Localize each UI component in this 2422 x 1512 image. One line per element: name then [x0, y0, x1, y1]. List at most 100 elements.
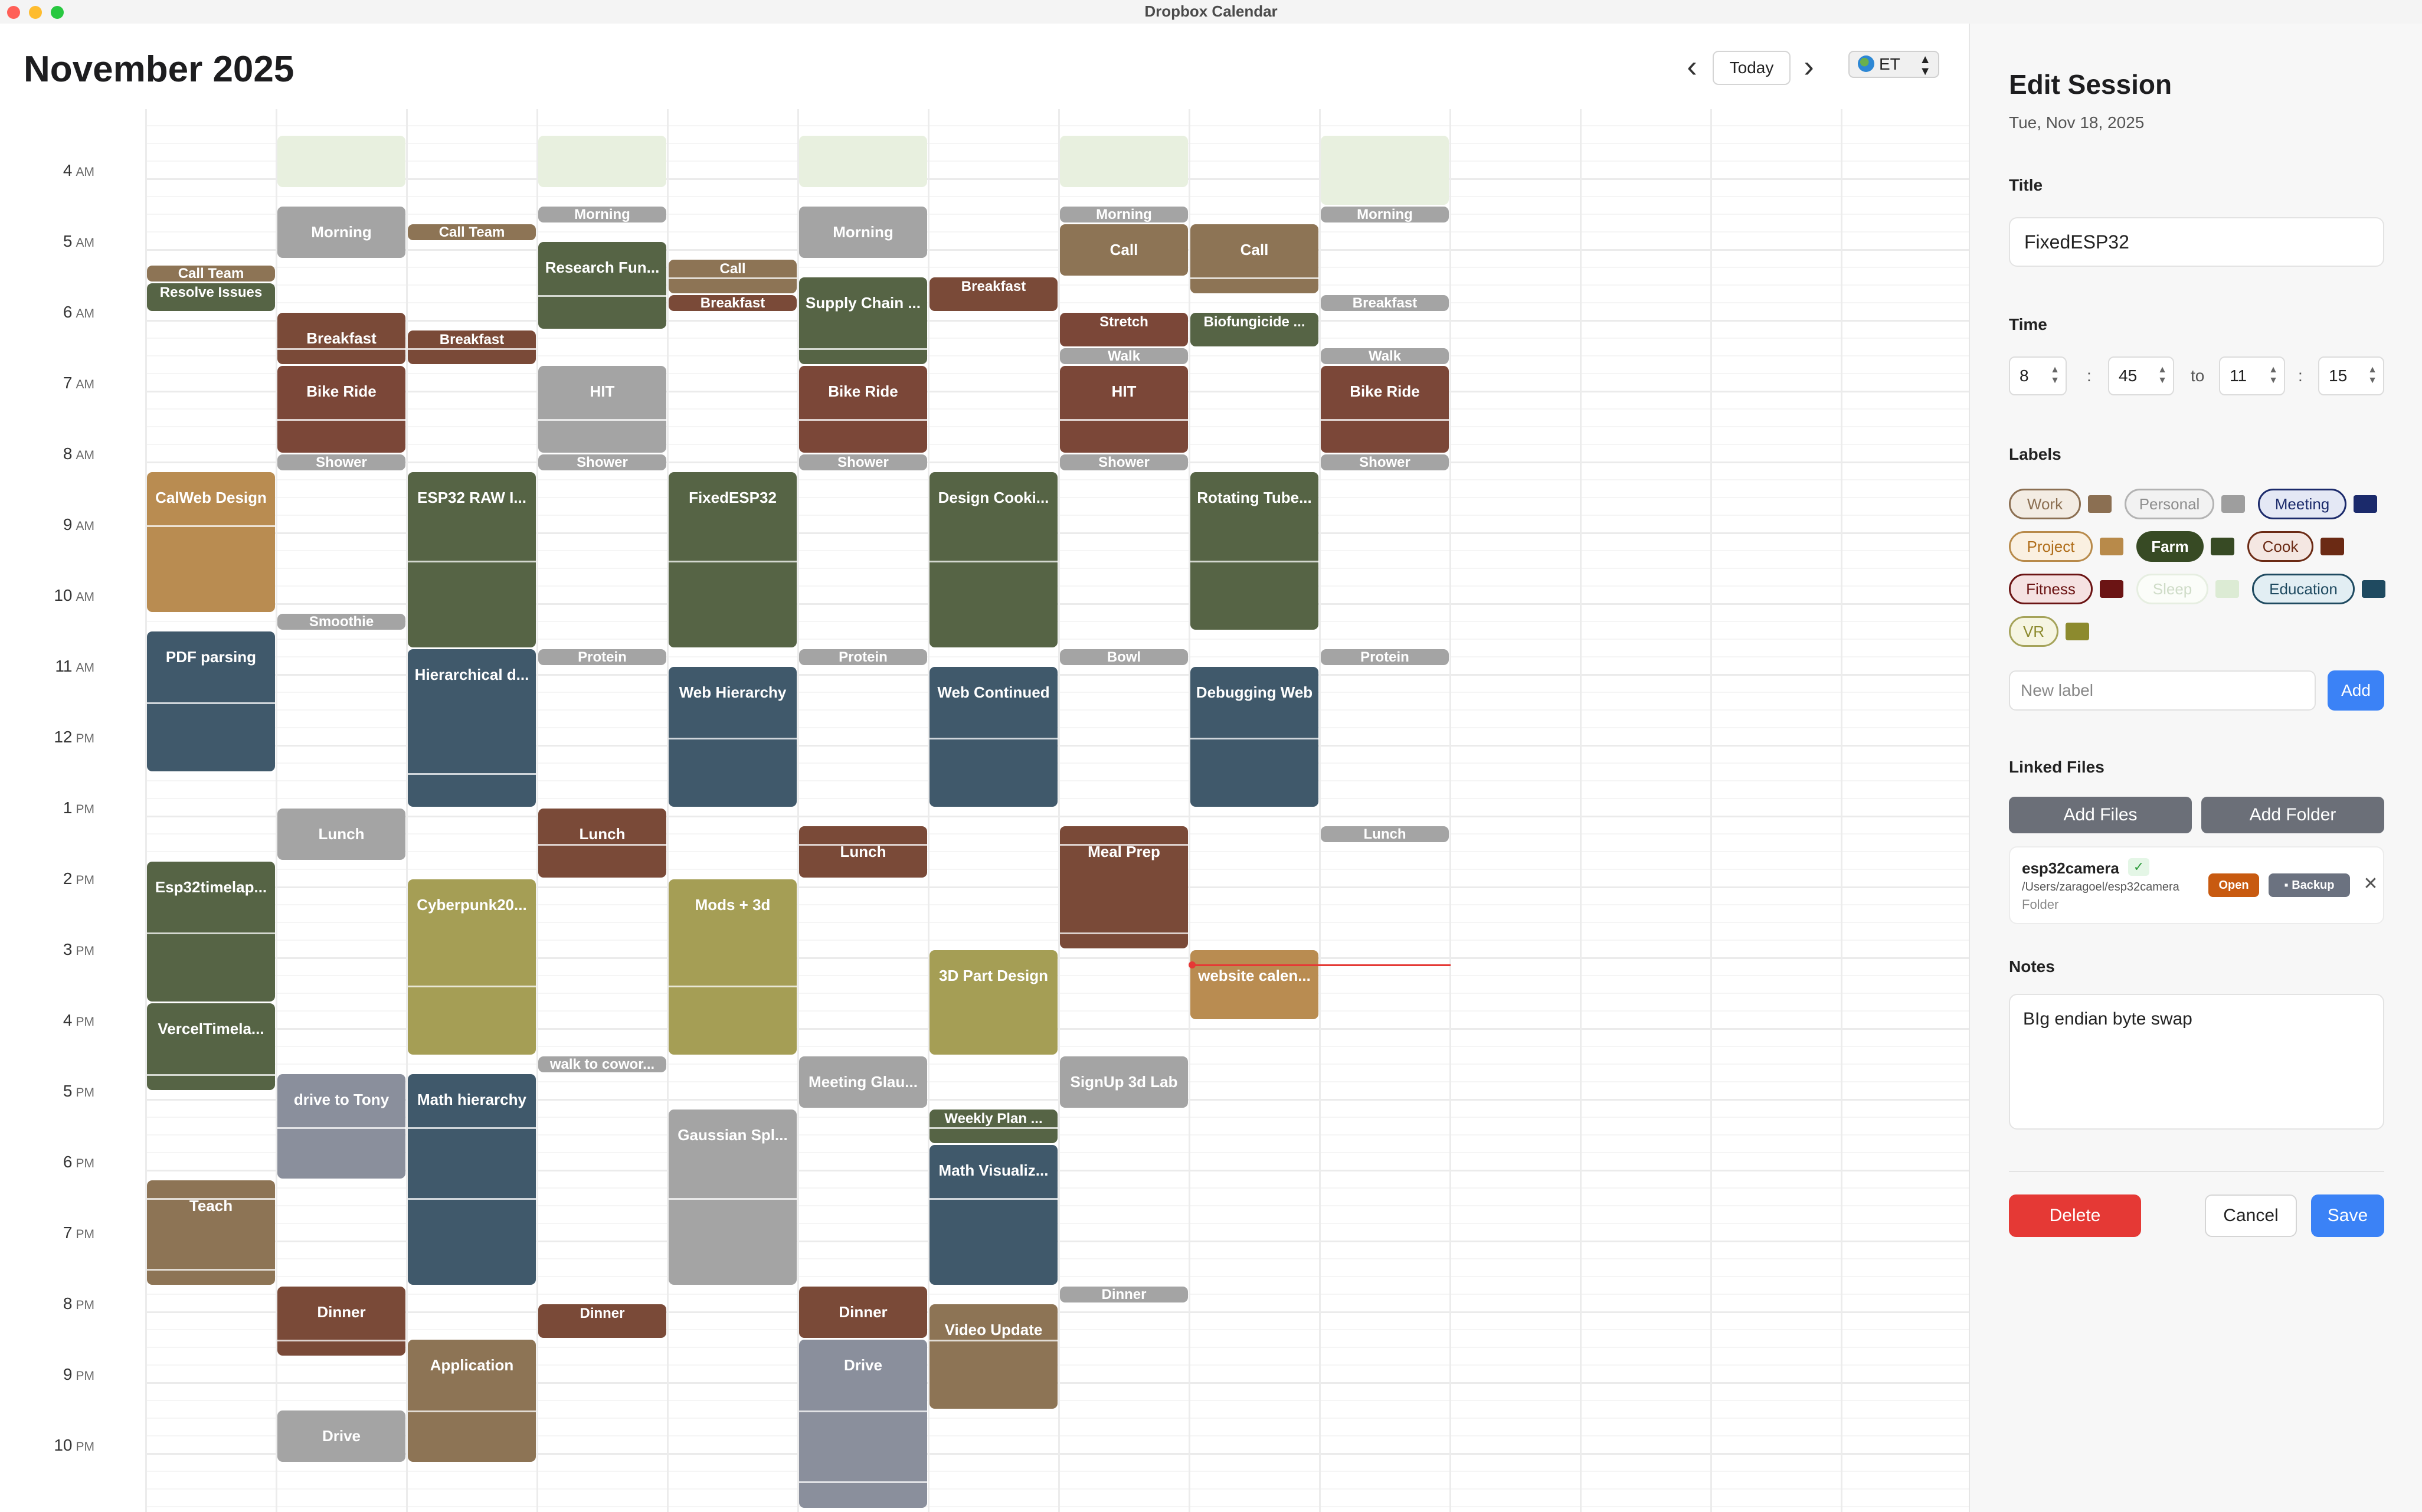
label-chip[interactable]: Project — [2009, 531, 2093, 562]
calendar-event[interactable]: Math hierarchy — [408, 1074, 536, 1285]
calendar-event[interactable]: Call — [669, 260, 797, 293]
timezone-select[interactable]: ET ▲ ▼ — [1848, 51, 1939, 78]
calendar-event[interactable]: Esp32timelap... — [147, 862, 275, 1002]
calendar-event[interactable]: Walk — [1060, 348, 1188, 364]
add-folder-button[interactable]: Add Folder — [2201, 797, 2384, 833]
calendar-event[interactable]: Debugging Web — [1190, 667, 1318, 807]
label-color-swatch[interactable] — [2215, 580, 2239, 598]
label-chip[interactable]: Personal — [2125, 489, 2214, 519]
calendar-event[interactable]: Shower — [1321, 454, 1449, 470]
label-color-swatch[interactable] — [2354, 495, 2377, 513]
next-week-button[interactable]: › — [1794, 51, 1824, 83]
calendar-event[interactable]: Drive — [277, 1410, 405, 1462]
calendar-event[interactable]: Morning — [1321, 207, 1449, 222]
backup-file-button[interactable]: ▪ Backup — [2269, 873, 2350, 897]
calendar-event[interactable]: Morning — [1060, 207, 1188, 222]
calendar-event[interactable]: Walk — [1321, 348, 1449, 364]
label-chip[interactable]: Farm — [2136, 531, 2204, 562]
label-color-swatch[interactable] — [2100, 538, 2123, 555]
calendar-event[interactable]: Supply Chain ... — [799, 277, 927, 364]
calendar-event[interactable]: Meeting Glau... — [799, 1056, 927, 1108]
calendar-event[interactable]: Gaussian Spl... — [669, 1110, 797, 1285]
label-chip[interactable]: Work — [2009, 489, 2081, 519]
calendar-event[interactable]: Shower — [1060, 454, 1188, 470]
calendar-event[interactable]: Dinner — [538, 1304, 666, 1338]
calendar-event[interactable]: Shower — [538, 454, 666, 470]
label-color-swatch[interactable] — [2211, 538, 2234, 555]
calendar-event[interactable]: HIT — [538, 366, 666, 453]
calendar-event[interactable]: Web Continued — [929, 667, 1058, 807]
calendar-event[interactable]: Shower — [799, 454, 927, 470]
remove-file-icon[interactable]: ✕ — [2361, 871, 2381, 897]
end-hour-stepper[interactable]: 11 ▲ ▼ — [2219, 356, 2285, 395]
calendar-event[interactable]: Breakfast — [669, 295, 797, 311]
end-minute-stepper[interactable]: 15 ▲ ▼ — [2318, 356, 2384, 395]
calendar-event[interactable] — [1060, 136, 1188, 187]
delete-button[interactable]: Delete — [2009, 1194, 2141, 1237]
week-grid[interactable]: 4 AM 5 AM 6 AM 7 AM 8 AM 9 AM 10 AM 11 AM 12 PM 1 PM 2 PM 3 PM 4… — [0, 109, 1969, 1512]
calendar-event[interactable]: drive to Tony — [277, 1074, 405, 1179]
label-chip[interactable]: Sleep — [2136, 574, 2208, 604]
calendar-event[interactable]: Breakfast — [1321, 295, 1449, 311]
start-minute-stepper[interactable]: 45 ▲ ▼ — [2108, 356, 2174, 395]
calendar-event[interactable]: Biofungicide ... — [1190, 313, 1318, 346]
calendar-event[interactable]: VercelTimela... — [147, 1003, 275, 1090]
label-color-swatch[interactable] — [2221, 495, 2245, 513]
calendar-event[interactable]: Lunch — [277, 809, 405, 860]
calendar-event[interactable]: Design Cooki... — [929, 472, 1058, 647]
calendar-event[interactable]: FixedESP32 — [669, 472, 797, 647]
calendar-event[interactable]: Bike Ride — [799, 366, 927, 453]
label-chip[interactable]: Meeting — [2258, 489, 2346, 519]
calendar-event[interactable]: Dinner — [799, 1287, 927, 1338]
calendar-event[interactable]: Call Team — [147, 265, 275, 282]
calendar-event[interactable]: Lunch — [538, 809, 666, 878]
calendar-event[interactable]: HIT — [1060, 366, 1188, 453]
label-chip[interactable]: Fitness — [2009, 574, 2093, 604]
calendar-event[interactable]: Lunch — [799, 826, 927, 878]
calendar-event[interactable]: Meal Prep — [1060, 826, 1188, 948]
calendar-event[interactable]: Breakfast — [408, 330, 536, 364]
label-chip[interactable]: VR — [2009, 616, 2058, 647]
today-button[interactable]: Today — [1713, 51, 1791, 85]
calendar-event[interactable]: Drive — [799, 1340, 927, 1508]
calendar-event[interactable]: website calen... — [1190, 950, 1318, 1019]
calendar-event[interactable]: Call — [1190, 224, 1318, 293]
calendar-event[interactable]: Morning — [277, 207, 405, 258]
calendar-event[interactable]: Protein — [1321, 649, 1449, 665]
calendar-event[interactable]: Protein — [799, 649, 927, 665]
calendar-event[interactable] — [799, 136, 927, 187]
calendar-event[interactable]: Rotating Tube... — [1190, 472, 1318, 630]
calendar-event[interactable]: Dinner — [277, 1287, 405, 1356]
calendar-event[interactable]: Call — [1060, 224, 1188, 276]
calendar-event[interactable]: Teach — [147, 1180, 275, 1285]
calendar-event[interactable]: Video Update — [929, 1304, 1058, 1409]
calendar-event[interactable]: walk to cowor... — [538, 1056, 666, 1072]
label-chip[interactable]: Cook — [2247, 531, 2313, 562]
calendar-event[interactable]: Web Hierarchy — [669, 667, 797, 807]
calendar-event[interactable]: Bike Ride — [277, 366, 405, 453]
calendar-event[interactable]: ESP32 RAW I... — [408, 472, 536, 647]
start-hour-stepper[interactable]: 8 ▲ ▼ — [2009, 356, 2067, 395]
calendar-event[interactable]: Smoothie — [277, 614, 405, 630]
calendar-event[interactable]: Research Fun... — [538, 242, 666, 329]
label-color-swatch[interactable] — [2362, 580, 2385, 598]
calendar-event[interactable]: Resolve Issues — [147, 283, 275, 311]
calendar-event[interactable]: Math Visualiz... — [929, 1145, 1058, 1285]
save-button[interactable]: Save — [2311, 1194, 2384, 1237]
calendar-event[interactable]: Bowl — [1060, 649, 1188, 665]
previous-week-button[interactable]: ‹ — [1677, 51, 1707, 83]
calendar-event[interactable]: Dinner — [1060, 1287, 1188, 1302]
calendar-event[interactable]: Call Team — [408, 224, 536, 240]
cancel-button[interactable]: Cancel — [2205, 1194, 2297, 1237]
calendar-event[interactable] — [277, 136, 405, 187]
notes-textarea[interactable]: BIg endian byte swap — [2009, 994, 2384, 1130]
calendar-event[interactable]: Morning — [799, 207, 927, 258]
title-input[interactable]: FixedESP32 — [2009, 217, 2384, 267]
calendar-event[interactable] — [538, 136, 666, 187]
calendar-event[interactable]: PDF parsing — [147, 631, 275, 771]
calendar-event[interactable]: Stretch — [1060, 313, 1188, 346]
calendar-event[interactable]: Mods + 3d — [669, 879, 797, 1055]
label-chip[interactable]: Education — [2252, 574, 2355, 604]
label-color-swatch[interactable] — [2100, 580, 2123, 598]
label-color-swatch[interactable] — [2320, 538, 2344, 555]
